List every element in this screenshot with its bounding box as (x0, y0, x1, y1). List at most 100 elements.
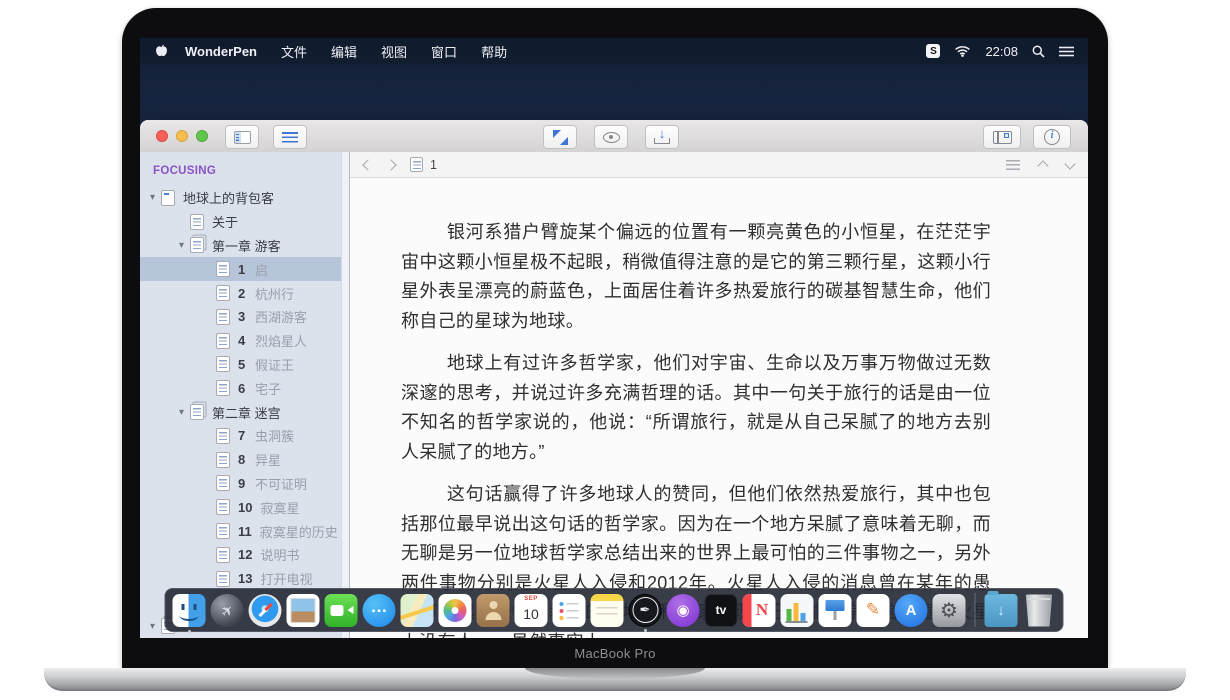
search-icon[interactable] (1032, 45, 1045, 58)
running-indicator (644, 629, 647, 632)
sidebar-scrollbar[interactable] (341, 152, 349, 638)
collapse-up-icon[interactable] (1037, 160, 1048, 171)
current-doc-title: 1 (430, 158, 437, 172)
wonderpen-window: FOCUSING ▾地球上的背包客关于 ▾第一章 游客1启2杭州行3西湖游客4烈焰… (140, 120, 1088, 638)
toggle-sidebar-button[interactable] (225, 125, 259, 149)
menu-app-name[interactable]: WonderPen (185, 44, 257, 59)
appstore-dock-icon[interactable]: A (895, 594, 928, 627)
sidebar-item-ch2[interactable]: ▾第二章 迷宫 (140, 400, 349, 424)
pages-dock-icon[interactable] (857, 594, 890, 627)
sidebar-item-9[interactable]: 9不可证明 (140, 472, 349, 496)
sidebar-item-11[interactable]: 11寂寞星的历史 (140, 519, 349, 543)
item-number: 3 (238, 309, 247, 324)
document-icon (216, 428, 230, 444)
close-button[interactable] (156, 130, 168, 142)
trash-dock-icon[interactable] (1023, 594, 1056, 627)
sidebar-item-3[interactable]: 3西湖游客 (140, 305, 349, 329)
menu-window[interactable]: 窗口 (431, 42, 457, 61)
sidebar-item-10[interactable]: 10寂寞星 (140, 495, 349, 519)
menu-view[interactable]: 视图 (381, 42, 407, 61)
item-number: 5 (238, 357, 247, 372)
nav-forward-icon[interactable] (385, 159, 396, 170)
safari-dock-icon[interactable] (249, 594, 282, 627)
document-icon (216, 356, 230, 372)
disclosure-triangle-icon[interactable]: ▾ (144, 621, 161, 632)
title-bar[interactable] (140, 120, 1088, 153)
downloads-dock-icon[interactable] (985, 594, 1018, 627)
apple-menu-icon[interactable] (154, 44, 169, 59)
contacts-dock-icon[interactable] (477, 594, 510, 627)
menu-help[interactable]: 帮助 (481, 42, 507, 61)
calendar-dock-icon[interactable]: SEP10 (515, 594, 548, 627)
zoom-button[interactable] (196, 130, 208, 142)
disclosure-triangle-icon[interactable]: ▾ (173, 240, 190, 251)
editor-header: 1 (350, 152, 1088, 178)
minimize-button[interactable] (176, 130, 188, 142)
nav-back-icon[interactable] (362, 159, 373, 170)
item-number: 10 (238, 500, 252, 515)
sidebar-item-13[interactable]: 13打开电视 (140, 567, 349, 591)
info-button[interactable] (1033, 125, 1071, 149)
toggle-notes-button[interactable] (273, 125, 307, 149)
sidebar-item-5[interactable]: 5假证王 (140, 353, 349, 377)
document-icon (216, 547, 230, 563)
sidebar-item-1[interactable]: 1启 (140, 257, 349, 281)
editor-text-area[interactable]: 银河系猎户臂旋某个偏远的位置有一颗亮黄色的小恒星，在茫茫宇宙中这颗小恒星极不起眼… (350, 178, 1088, 638)
sidebar-item-2[interactable]: 2杭州行 (140, 281, 349, 305)
finder-dock-icon[interactable] (173, 594, 206, 627)
layout-panel-button[interactable] (983, 125, 1021, 149)
item-number: 12 (238, 547, 252, 562)
disclosure-triangle-icon[interactable]: ▾ (144, 192, 161, 203)
sidebar-item-12[interactable]: 12说明书 (140, 543, 349, 567)
collapse-down-icon[interactable] (1064, 158, 1075, 169)
maps-dock-icon[interactable] (401, 594, 434, 627)
document-icon (216, 333, 230, 349)
sidebar-item-7[interactable]: 7虫洞簇 (140, 424, 349, 448)
device-label: MacBook Pro (0, 646, 1230, 661)
sidebar-item-ch1[interactable]: ▾第一章 游客 (140, 234, 349, 258)
reminders-dock-icon[interactable] (553, 594, 586, 627)
item-label: 关于 (212, 212, 238, 231)
notification-center-icon[interactable] (1059, 46, 1074, 57)
export-button[interactable] (645, 125, 679, 149)
podcasts-dock-icon[interactable] (667, 594, 700, 627)
sidebar-item-root[interactable]: ▾地球上的背包客 (140, 186, 349, 210)
clock[interactable]: 22:08 (985, 44, 1018, 59)
sidebar-item-4[interactable]: 4烈焰星人 (140, 329, 349, 353)
focus-mode-button[interactable] (594, 125, 628, 149)
facetime-dock-icon[interactable] (325, 594, 358, 627)
item-number: 9 (238, 476, 247, 491)
item-label: 烈焰星人 (255, 331, 307, 350)
paragraph: 地球上有过许多哲学家，他们对宇宙、生命以及万事万物做过无数深邃的思考，并说过许多… (401, 349, 991, 467)
status-s-icon[interactable]: S (926, 44, 940, 58)
sidebar-item-about[interactable]: 关于 (140, 210, 349, 234)
mail-dock-icon[interactable] (287, 594, 320, 627)
sidebar-item-8[interactable]: 8异星 (140, 448, 349, 472)
document-tree: ▾地球上的背包客关于 ▾第一章 游客1启2杭州行3西湖游客4烈焰星人5假证王6宅子… (140, 186, 349, 638)
system-preferences-dock-icon[interactable] (933, 594, 966, 627)
item-label: 杭州行 (255, 284, 294, 303)
fullscreen-button[interactable] (543, 125, 577, 149)
document-icon (216, 523, 230, 539)
notes-dock-icon[interactable] (591, 594, 624, 627)
wifi-icon[interactable] (954, 45, 971, 57)
document-icon (216, 475, 230, 491)
appletv-dock-icon[interactable]: tv (705, 594, 738, 627)
sidebar-header: FOCUSING (140, 152, 349, 186)
outline-icon[interactable] (1006, 160, 1020, 170)
launchpad-dock-icon[interactable] (211, 594, 244, 627)
sidebar-item-6[interactable]: 6宅子 (140, 376, 349, 400)
menu-file[interactable]: 文件 (281, 42, 307, 61)
item-number: 13 (238, 571, 252, 586)
photos-dock-icon[interactable] (439, 594, 472, 627)
document-icon (216, 261, 230, 277)
messages-dock-icon[interactable] (363, 594, 396, 627)
screen: WonderPen 文件 编辑 视图 窗口 帮助 S 22:08 (140, 38, 1088, 638)
disclosure-triangle-icon[interactable]: ▾ (173, 407, 190, 418)
news-dock-icon[interactable]: N (743, 594, 776, 627)
wonderpen-dock-icon[interactable] (629, 594, 662, 627)
icon-label: N (743, 594, 776, 627)
numbers-dock-icon[interactable] (781, 594, 814, 627)
menu-edit[interactable]: 编辑 (331, 42, 357, 61)
keynote-dock-icon[interactable] (819, 594, 852, 627)
